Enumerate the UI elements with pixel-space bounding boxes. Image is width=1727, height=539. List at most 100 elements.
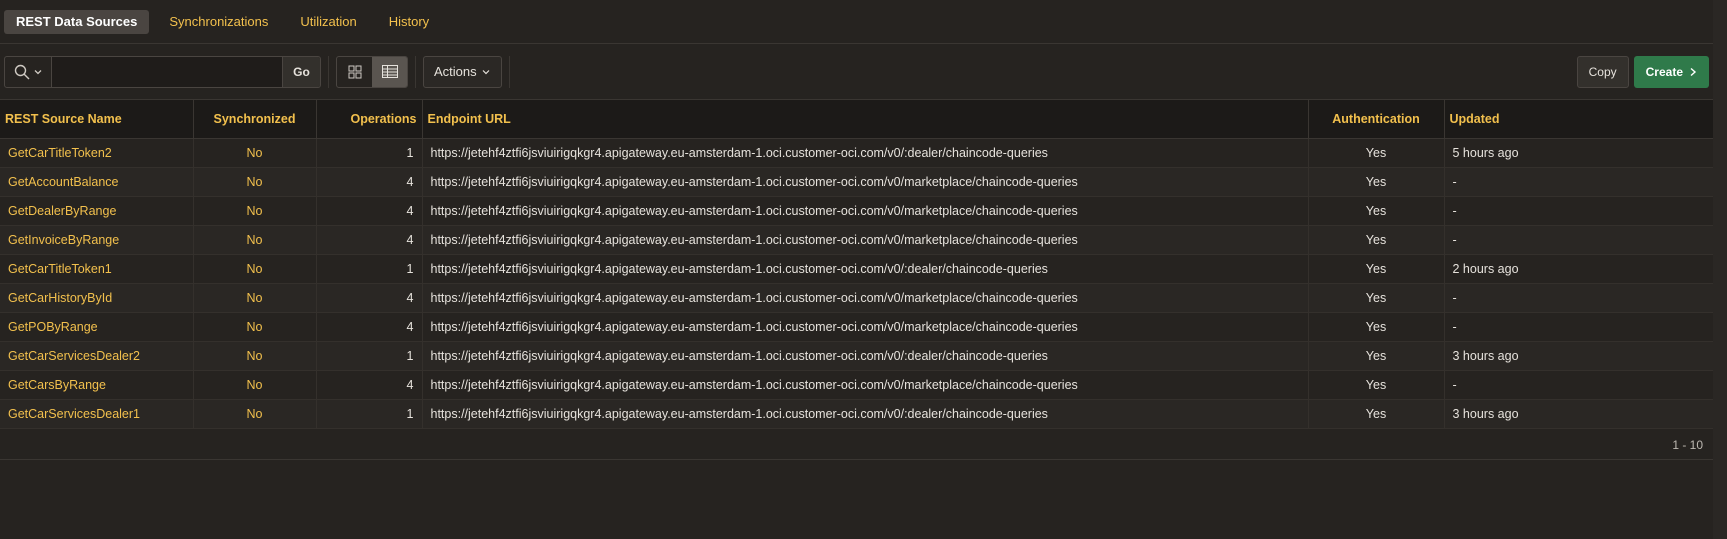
- authentication-cell: Yes: [1308, 283, 1445, 313]
- endpoint-url-cell: https://jetehf4ztfi6jsviuirigqkgr4.apiga…: [422, 225, 1309, 255]
- endpoint-url-cell: https://jetehf4ztfi6jsviuirigqkgr4.apiga…: [422, 138, 1309, 168]
- authentication-cell: Yes: [1308, 370, 1445, 400]
- rest-source-name-link[interactable]: GetCarHistoryById: [0, 283, 194, 313]
- operations-cell: 1: [316, 341, 423, 371]
- rest-source-name-link[interactable]: GetCarsByRange: [0, 370, 194, 400]
- table-row: GetDealerByRange No 4 https://jetehf4ztf…: [0, 196, 1714, 226]
- updated-cell: 3 hours ago: [1444, 399, 1714, 429]
- rest-source-name-link[interactable]: GetCarTitleToken2: [0, 138, 194, 168]
- updated-cell: -: [1444, 370, 1714, 400]
- synchronized-cell: No: [193, 312, 317, 342]
- operations-cell: 4: [316, 370, 423, 400]
- authentication-cell: Yes: [1308, 312, 1445, 342]
- tab-bar: REST Data Sources Synchronizations Utili…: [0, 0, 1727, 44]
- updated-cell: -: [1444, 167, 1714, 197]
- column-header-updated[interactable]: Updated: [1444, 100, 1714, 139]
- operations-cell: 1: [316, 138, 423, 168]
- table-row: GetCarServicesDealer2 No 1 https://jeteh…: [0, 341, 1714, 371]
- tab-rest-data-sources[interactable]: REST Data Sources: [4, 9, 150, 34]
- table-row: GetCarHistoryById No 4 https://jetehf4zt…: [0, 283, 1714, 313]
- synchronized-cell: No: [193, 341, 317, 371]
- synchronized-cell: No: [193, 283, 317, 313]
- synchronized-cell: No: [193, 225, 317, 255]
- table-row: GetAccountBalance No 4 https://jetehf4zt…: [0, 167, 1714, 197]
- updated-cell: 2 hours ago: [1444, 254, 1714, 284]
- create-button[interactable]: Create: [1633, 56, 1709, 88]
- endpoint-url-cell: https://jetehf4ztfi6jsviuirigqkgr4.apiga…: [422, 167, 1309, 197]
- operations-cell: 4: [316, 167, 423, 197]
- updated-cell: -: [1444, 196, 1714, 226]
- search-input[interactable]: [52, 56, 282, 87]
- report-view-button[interactable]: [372, 56, 407, 87]
- column-header-authentication[interactable]: Authentication: [1308, 100, 1445, 139]
- toolbar-right: Copy Create: [1576, 56, 1709, 88]
- table-row: GetCarTitleToken1 No 1 https://jetehf4zt…: [0, 254, 1714, 284]
- create-label: Create: [1645, 65, 1683, 79]
- rest-source-name-link[interactable]: GetPOByRange: [0, 312, 194, 342]
- table-row: GetCarServicesDealer1 No 1 https://jeteh…: [0, 399, 1714, 429]
- updated-cell: 5 hours ago: [1444, 138, 1714, 168]
- endpoint-url-cell: https://jetehf4ztfi6jsviuirigqkgr4.apiga…: [422, 283, 1309, 313]
- synchronized-cell: No: [193, 399, 317, 429]
- endpoint-url-cell: https://jetehf4ztfi6jsviuirigqkgr4.apiga…: [422, 370, 1309, 400]
- authentication-cell: Yes: [1308, 341, 1445, 371]
- chevron-right-icon: [1690, 67, 1697, 77]
- tab-utilization[interactable]: Utilization: [288, 10, 368, 34]
- search-bar: Go: [4, 55, 321, 88]
- divider: [328, 55, 329, 88]
- endpoint-url-cell: https://jetehf4ztfi6jsviuirigqkgr4.apiga…: [422, 312, 1309, 342]
- actions-label: Actions: [434, 64, 477, 79]
- search-column-menu[interactable]: [5, 56, 52, 87]
- operations-cell: 4: [316, 312, 423, 342]
- table-row: GetCarTitleToken2 No 1 https://jetehf4zt…: [0, 138, 1714, 168]
- actions-menu-button[interactable]: Actions: [423, 55, 502, 88]
- rest-source-name-link[interactable]: GetCarServicesDealer1: [0, 399, 194, 429]
- icon-view-button[interactable]: [337, 57, 372, 87]
- synchronized-cell: No: [193, 370, 317, 400]
- rest-source-name-link[interactable]: GetCarTitleToken1: [0, 254, 194, 284]
- chevron-down-icon: [34, 69, 41, 74]
- table-row: GetCarsByRange No 4 https://jetehf4ztfi6…: [0, 370, 1714, 400]
- column-header-synchronized[interactable]: Synchronized: [193, 100, 317, 139]
- authentication-cell: Yes: [1308, 399, 1445, 429]
- endpoint-url-cell: https://jetehf4ztfi6jsviuirigqkgr4.apiga…: [422, 196, 1309, 226]
- authentication-cell: Yes: [1308, 167, 1445, 197]
- rest-source-name-link[interactable]: GetDealerByRange: [0, 196, 194, 226]
- chevron-down-icon: [482, 69, 490, 74]
- pagination: 1 - 10: [0, 429, 1713, 460]
- updated-cell: -: [1444, 283, 1714, 313]
- updated-cell: -: [1444, 225, 1714, 255]
- table-header-row: REST Source Name Synchronized Operations…: [0, 100, 1714, 139]
- divider: [415, 55, 416, 88]
- synchronized-cell: No: [193, 138, 317, 168]
- copy-button[interactable]: Copy: [1576, 56, 1629, 88]
- rest-source-name-link[interactable]: GetCarServicesDealer2: [0, 341, 194, 371]
- rest-source-name-link[interactable]: GetInvoiceByRange: [0, 225, 194, 255]
- vertical-scrollbar[interactable]: [1713, 0, 1727, 539]
- endpoint-url-cell: https://jetehf4ztfi6jsviuirigqkgr4.apiga…: [422, 341, 1309, 371]
- rest-sources-table: REST Source Name Synchronized Operations…: [0, 100, 1714, 429]
- report-toolbar: Go Actions Copy Create: [0, 44, 1727, 100]
- column-header-name[interactable]: REST Source Name: [0, 100, 194, 139]
- rest-source-name-link[interactable]: GetAccountBalance: [0, 167, 194, 197]
- go-button[interactable]: Go: [282, 56, 320, 87]
- endpoint-url-cell: https://jetehf4ztfi6jsviuirigqkgr4.apiga…: [422, 399, 1309, 429]
- synchronized-cell: No: [193, 254, 317, 284]
- updated-cell: -: [1444, 312, 1714, 342]
- tab-history[interactable]: History: [377, 10, 441, 34]
- synchronized-cell: No: [193, 196, 317, 226]
- column-header-endpoint-url[interactable]: Endpoint URL: [422, 100, 1309, 139]
- authentication-cell: Yes: [1308, 196, 1445, 226]
- synchronized-cell: No: [193, 167, 317, 197]
- search-icon: [14, 64, 29, 79]
- authentication-cell: Yes: [1308, 138, 1445, 168]
- operations-cell: 4: [316, 225, 423, 255]
- tab-synchronizations[interactable]: Synchronizations: [157, 10, 280, 34]
- authentication-cell: Yes: [1308, 254, 1445, 284]
- table-row: GetPOByRange No 4 https://jetehf4ztfi6js…: [0, 312, 1714, 342]
- table-row: GetInvoiceByRange No 4 https://jetehf4zt…: [0, 225, 1714, 255]
- operations-cell: 1: [316, 254, 423, 284]
- pagination-range: 1 - 10: [1672, 437, 1703, 452]
- view-toggle: [336, 55, 408, 88]
- column-header-operations[interactable]: Operations: [316, 100, 423, 139]
